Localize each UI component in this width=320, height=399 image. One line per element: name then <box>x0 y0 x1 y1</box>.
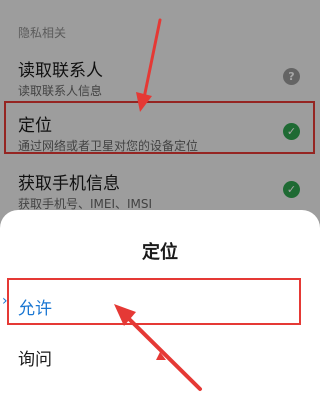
option-ask[interactable]: 询问 <box>0 340 320 380</box>
permission-bottom-sheet: 定位 允许 询问 <box>0 210 320 399</box>
chevron-right-icon: › <box>2 293 8 309</box>
sheet-title: 定位 <box>142 242 178 263</box>
option-allow[interactable]: 允许 <box>0 289 320 329</box>
